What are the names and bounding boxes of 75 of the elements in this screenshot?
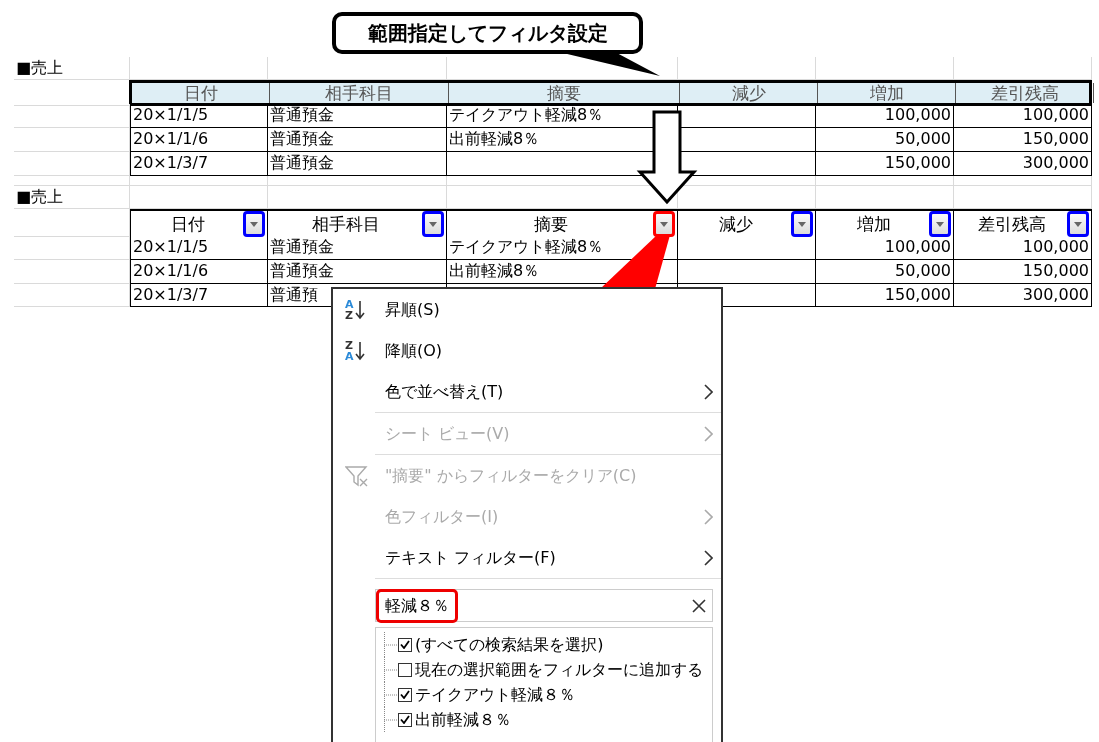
table-cell: 普通預金 — [268, 152, 447, 176]
menu-item[interactable]: Z A 降順(O) — [333, 330, 721, 371]
checkbox[interactable] — [398, 687, 412, 702]
table-cell: 300,000 — [954, 152, 1092, 176]
column-header: 減少 — [717, 214, 754, 234]
column-header: 差引残高 — [990, 83, 1059, 103]
checkbox[interactable] — [398, 662, 412, 677]
column-header: 差引残高 — [976, 214, 1047, 234]
checkbox-label[interactable]: 出前軽減８％ — [415, 707, 511, 732]
caret-icon — [798, 221, 806, 227]
table-cell: 50,000 — [816, 128, 954, 152]
table-cell: 150,000 — [954, 260, 1092, 284]
table-cell: 150,000 — [816, 284, 954, 307]
table-cell: 100,000 — [954, 104, 1092, 128]
table-cell: 20×1/1/6 — [130, 260, 268, 284]
close-icon[interactable] — [692, 598, 706, 613]
tree-line-icon — [384, 632, 398, 657]
sheet-title: ■売上 — [14, 57, 130, 80]
table-cell: 普通預金 — [268, 260, 447, 284]
table-cell: 100,000 — [954, 236, 1092, 260]
caret-icon — [1074, 221, 1082, 227]
callout: 範囲指定してフィルタ設定 — [332, 12, 643, 54]
menu-item[interactable]: テキスト フィルター(F) — [333, 537, 721, 578]
table-cell: 20×1/1/6 — [130, 128, 268, 152]
tree-line-icon — [384, 707, 398, 732]
filter-dropdown-button[interactable] — [1067, 211, 1089, 237]
chevron-right-icon — [704, 549, 713, 566]
column-header: 増加 — [869, 83, 904, 103]
column-header: 摘要 — [533, 214, 569, 234]
table-cell: 20×1/3/7 — [130, 284, 268, 307]
column-header: 相手科目 — [325, 83, 393, 103]
menu-item[interactable]: 色で並べ替え(T) — [333, 371, 721, 412]
caret-icon — [429, 221, 437, 227]
table-cell: 20×1/1/5 — [130, 104, 268, 128]
filter-dropdown-button[interactable] — [422, 211, 444, 237]
table-cell: 100,000 — [816, 236, 954, 260]
column-header: 日付 — [170, 214, 206, 234]
table-cell: 普通預金 — [268, 236, 447, 260]
tree-line-icon — [384, 682, 398, 707]
table-cell: 150,000 — [954, 128, 1092, 152]
menu-item: "摘要" からフィルターをクリア(C) — [333, 455, 721, 496]
column-header: 増加 — [855, 214, 892, 234]
table-cell: 100,000 — [816, 104, 954, 128]
table-cell: 普通預金 — [268, 104, 447, 128]
tree-line-icon — [384, 657, 398, 682]
filter-dropdown-button[interactable] — [653, 211, 675, 237]
table-cell: 300,000 — [954, 284, 1092, 307]
checkbox-label[interactable]: テイクアウト軽減８％ — [415, 682, 575, 707]
filter-dropdown-button[interactable] — [929, 211, 951, 237]
column-header: 摘要 — [547, 83, 581, 103]
sheet-title: ■売上 — [14, 186, 130, 209]
chevron-right-icon — [704, 383, 713, 400]
table-cell: 150,000 — [816, 152, 954, 176]
chevron-right-icon — [704, 508, 713, 525]
table-cell: 普通預金 — [268, 128, 447, 152]
checkbox[interactable] — [398, 712, 412, 727]
menu-item: シート ビュー(V) — [333, 413, 721, 454]
table-cell: 20×1/3/7 — [130, 152, 268, 176]
chevron-right-icon — [704, 425, 713, 442]
checkbox-label[interactable]: 現在の選択範囲をフィルターに追加する — [415, 657, 703, 682]
caret-icon — [250, 221, 258, 227]
caret-icon — [936, 221, 944, 227]
column-header: 日付 — [183, 83, 218, 103]
filter-dropdown-button[interactable] — [791, 211, 813, 237]
table-cell: 50,000 — [816, 260, 954, 284]
filter-clear-icon — [345, 464, 369, 487]
search-field[interactable]: 軽減８％ — [375, 589, 713, 622]
column-header: 相手科目 — [311, 214, 381, 234]
column-header: 減少 — [731, 83, 766, 103]
caret-icon — [660, 221, 668, 227]
menu-item: 色フィルター(I) — [333, 496, 721, 537]
filter-dropdown-button[interactable] — [243, 211, 265, 237]
table-cell: 20×1/1/5 — [130, 236, 268, 260]
checkbox-label[interactable]: (すべての検索結果を選択) — [415, 632, 604, 657]
checkbox[interactable] — [398, 637, 412, 652]
